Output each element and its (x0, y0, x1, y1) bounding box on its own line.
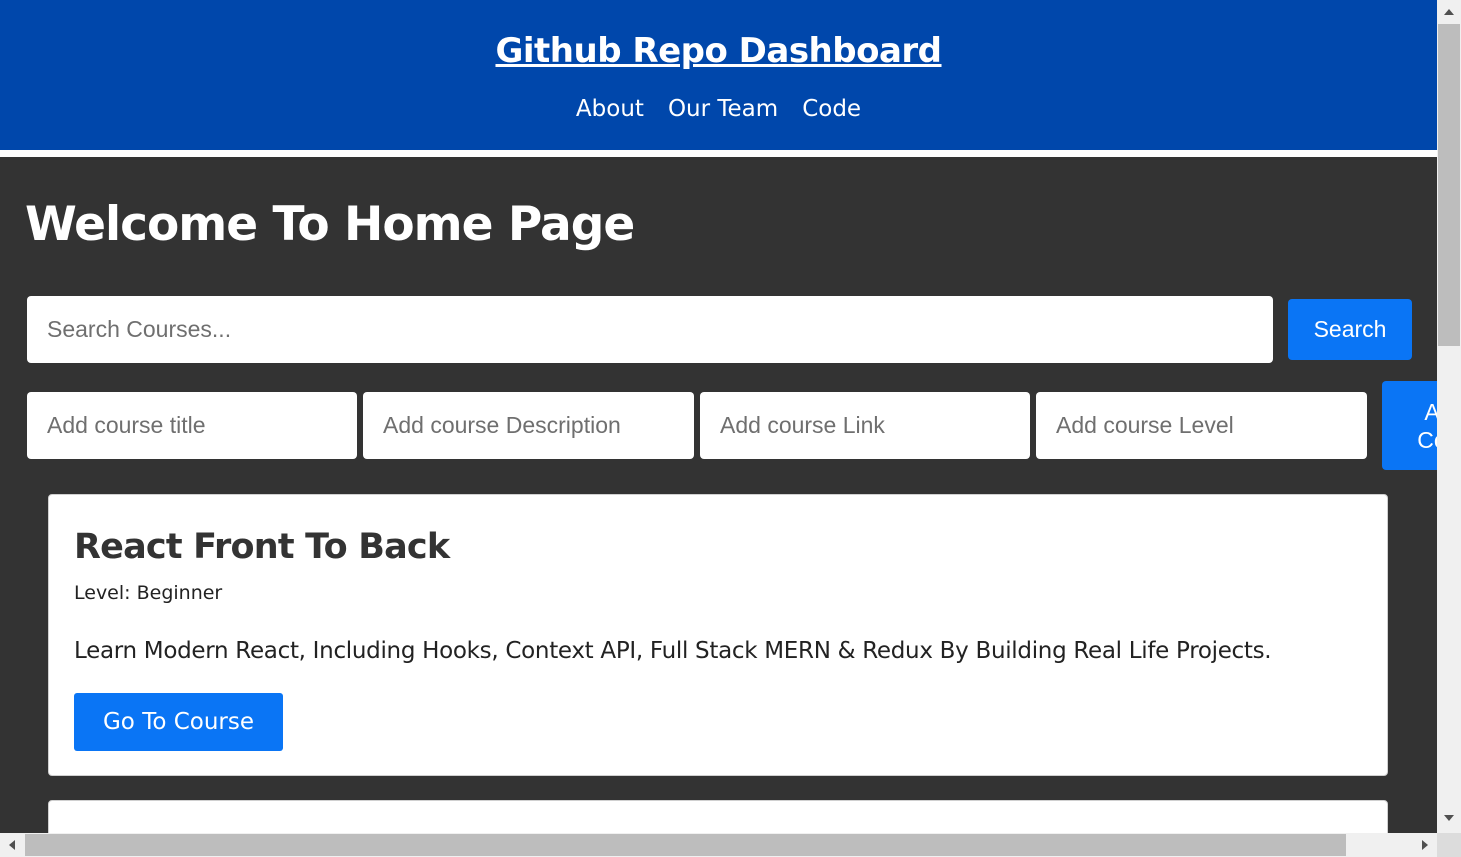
vertical-scroll-thumb[interactable] (1438, 24, 1460, 346)
scroll-left-arrow-icon[interactable] (0, 833, 24, 857)
scroll-right-arrow-icon[interactable] (1413, 833, 1437, 857)
course-description-input[interactable] (363, 392, 694, 459)
course-level: Level: Beginner (74, 582, 223, 604)
search-input[interactable] (27, 296, 1273, 363)
add-course-button-label-line2: Co (1417, 426, 1437, 453)
main-nav: About Our Team Code (0, 92, 1437, 126)
browser-viewport: Github Repo Dashboard About Our Team Cod… (0, 0, 1437, 833)
nav-link-about[interactable]: About (576, 92, 644, 126)
course-card: React Front To Back Level: Beginner Lear… (48, 494, 1388, 776)
scrollbar-corner (1437, 833, 1461, 857)
site-header: Github Repo Dashboard About Our Team Cod… (0, 0, 1437, 150)
go-to-course-button[interactable]: Go To Course (74, 693, 283, 751)
horizontal-scrollbar[interactable] (0, 833, 1437, 857)
vertical-scrollbar[interactable] (1437, 0, 1461, 833)
horizontal-scroll-thumb[interactable] (25, 834, 1346, 856)
page-heading: Welcome To Home Page (25, 197, 635, 252)
scroll-down-arrow-icon[interactable] (1437, 806, 1461, 830)
add-course-button[interactable]: ACo (1382, 381, 1437, 470)
add-course-button-label-line1: A (1424, 398, 1437, 425)
course-level-input[interactable] (1036, 392, 1367, 459)
site-title[interactable]: Github Repo Dashboard (0, 28, 1437, 74)
nav-link-code[interactable]: Code (802, 92, 861, 126)
scroll-up-arrow-icon[interactable] (1437, 0, 1461, 24)
course-description: Learn Modern React, Including Hooks, Con… (74, 638, 1272, 664)
header-divider (0, 150, 1437, 157)
course-link-input[interactable] (700, 392, 1030, 459)
search-button[interactable]: Search (1288, 299, 1412, 360)
course-card (48, 800, 1388, 833)
course-title: React Front To Back (74, 527, 450, 567)
nav-link-our-team[interactable]: Our Team (668, 92, 778, 126)
course-title-input[interactable] (27, 392, 357, 459)
